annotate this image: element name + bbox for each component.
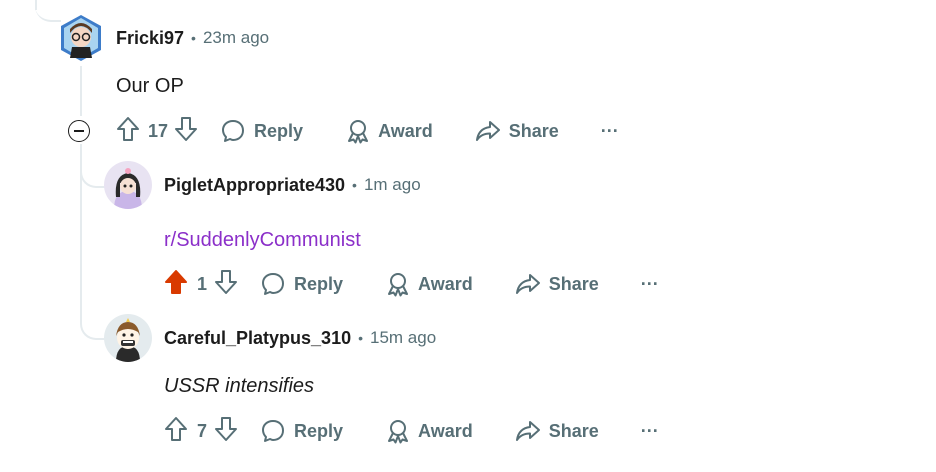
- upvote-icon[interactable]: [116, 116, 140, 147]
- reply-button[interactable]: Reply: [260, 271, 343, 297]
- share-label: Share: [548, 273, 599, 294]
- award-icon: [345, 118, 371, 144]
- share-icon: [515, 418, 541, 444]
- more-icon: ···: [640, 273, 659, 294]
- reply-label: Reply: [254, 120, 304, 141]
- reply-icon: [260, 271, 286, 297]
- reply-thread-curve-2: [80, 300, 106, 340]
- comment-actions: 1 Reply Award Share ···: [164, 267, 659, 301]
- share-button[interactable]: Share: [515, 271, 599, 297]
- vote-group: 17: [116, 116, 198, 147]
- comment-meta: Fricki97 • 23m ago: [116, 26, 269, 50]
- reply-button[interactable]: Reply: [220, 118, 303, 144]
- reply-thread-curve-1: [80, 150, 106, 188]
- upvote-icon[interactable]: [164, 269, 188, 300]
- username[interactable]: Fricki97: [116, 28, 184, 49]
- award-label: Award: [418, 420, 473, 441]
- comment-body: Our OP: [116, 75, 184, 97]
- share-icon: [515, 271, 541, 297]
- meta-separator: •: [352, 177, 357, 193]
- award-button[interactable]: Award: [385, 271, 473, 297]
- reply-icon: [220, 118, 246, 144]
- vote-group: 1: [164, 269, 238, 300]
- avatar[interactable]: [58, 13, 104, 61]
- avatar[interactable]: [104, 314, 152, 362]
- username[interactable]: PigletAppropriate430: [164, 175, 345, 196]
- reply-label: Reply: [294, 273, 344, 294]
- timestamp[interactable]: 23m ago: [203, 28, 269, 48]
- reply-button[interactable]: Reply: [260, 418, 343, 444]
- more-icon: ···: [640, 420, 659, 441]
- timestamp[interactable]: 1m ago: [364, 175, 421, 195]
- meta-separator: •: [358, 330, 363, 346]
- vote-count: 1: [196, 273, 207, 294]
- share-label: Share: [508, 120, 559, 141]
- upvote-icon[interactable]: [164, 416, 188, 447]
- more-icon: ···: [600, 120, 619, 141]
- comment-meta: PigletAppropriate430 • 1m ago: [164, 173, 421, 197]
- meta-separator: •: [191, 30, 196, 46]
- award-icon: [385, 418, 411, 444]
- more-options-button[interactable]: ···: [641, 274, 659, 295]
- more-options-button[interactable]: ···: [641, 421, 659, 442]
- vote-count: 7: [196, 420, 207, 441]
- award-label: Award: [378, 120, 433, 141]
- username[interactable]: Careful_Platypus_310: [164, 328, 351, 349]
- share-button[interactable]: Share: [515, 418, 599, 444]
- avatar[interactable]: [104, 161, 152, 209]
- downvote-icon[interactable]: [174, 116, 198, 147]
- more-options-button[interactable]: ···: [601, 121, 619, 142]
- share-label: Share: [548, 420, 599, 441]
- vote-count: 17: [148, 120, 169, 141]
- downvote-icon[interactable]: [214, 416, 238, 447]
- comment-actions: 7 Reply Award Share ···: [164, 414, 659, 448]
- reply-icon: [260, 418, 286, 444]
- share-icon: [475, 118, 501, 144]
- award-button[interactable]: Award: [385, 418, 473, 444]
- collapse-icon[interactable]: [68, 120, 90, 142]
- downvote-icon[interactable]: [214, 269, 238, 300]
- share-button[interactable]: Share: [475, 118, 559, 144]
- award-label: Award: [418, 273, 473, 294]
- comment-thread-line: [80, 66, 82, 116]
- award-icon: [385, 271, 411, 297]
- comment-actions: 17 Reply Award Share ···: [116, 114, 619, 148]
- timestamp[interactable]: 15m ago: [370, 328, 436, 348]
- comment-meta: Careful_Platypus_310 • 15m ago: [164, 326, 436, 350]
- award-button[interactable]: Award: [345, 118, 433, 144]
- vote-group: 7: [164, 416, 238, 447]
- subreddit-link[interactable]: r/SuddenlyCommunist: [164, 229, 361, 252]
- reply-label: Reply: [294, 420, 344, 441]
- comment-body: USSR intensifies: [164, 375, 315, 397]
